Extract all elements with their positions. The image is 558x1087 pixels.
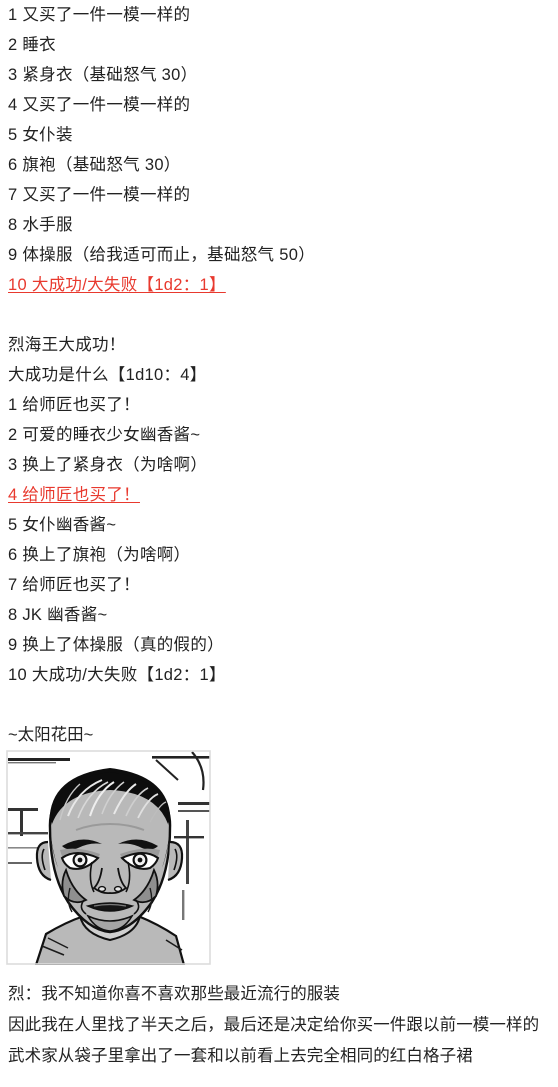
manga-panel-wrap bbox=[0, 750, 558, 965]
narration-line: 因此我在人里找了半天之后，最后还是决定给你买一件跟以前一模一样的 bbox=[8, 1016, 540, 1034]
list-item: 8 水手服 bbox=[8, 216, 73, 234]
list-item: 7 给师匠也买了！ bbox=[8, 576, 140, 594]
list-item: 5 女仆装 bbox=[8, 126, 73, 144]
list-item: 7 又买了一件一模一样的 bbox=[8, 186, 191, 204]
narration-line: 烈：我不知道你喜不喜欢那些最近流行的服装 bbox=[8, 985, 340, 1003]
log-page: 1 又买了一件一模一样的 2 睡衣 3 紧身衣（基础怒气 30） 4 又买了一件… bbox=[0, 0, 558, 1072]
list-item: 4 又买了一件一模一样的 bbox=[8, 96, 191, 114]
list-item: 6 旗袍（基础怒气 30） bbox=[8, 156, 181, 174]
list-item: 5 女仆幽香酱~ bbox=[8, 516, 117, 534]
narration-line: 武术家从袋子里拿出了一套和以前看上去完全相同的红白格子裙 bbox=[8, 1047, 473, 1065]
list-item: 1 又买了一件一模一样的 bbox=[8, 6, 191, 24]
list-item: 9 体操服（给我适可而止，基础怒气 50） bbox=[8, 246, 315, 264]
list-item: 1 给师匠也买了！ bbox=[8, 396, 140, 414]
list-item: 10 大成功/大失败【1d2：1】 bbox=[8, 666, 226, 684]
list-item: 2 可爱的睡衣少女幽香酱~ bbox=[8, 426, 201, 444]
roll-heading: 大成功是什么【1d10：4】 bbox=[8, 366, 207, 384]
list-item: 3 换上了紧身衣（为啥啊） bbox=[8, 456, 208, 474]
footer-narration: 烈：我不知道你喜不喜欢那些最近流行的服装 因此我在人里找了半天之后，最后还是决定… bbox=[0, 965, 558, 1072]
image-section: ~太阳花田~ bbox=[0, 720, 558, 965]
list-item: 8 JK 幽香酱~ bbox=[8, 606, 108, 624]
section-two-list: 烈海王大成功！ 大成功是什么【1d10：4】 1 给师匠也买了！ 2 可爱的睡衣… bbox=[0, 330, 558, 690]
list-item: 2 睡衣 bbox=[8, 36, 56, 54]
list-item: 3 紧身衣（基础怒气 30） bbox=[8, 66, 198, 84]
list-item-highlighted: 4 给师匠也买了！ bbox=[8, 486, 140, 504]
image-caption: ~太阳花田~ bbox=[8, 726, 94, 744]
result-heading: 烈海王大成功！ bbox=[8, 336, 126, 354]
list-item: 6 换上了旗袍（为啥啊） bbox=[8, 546, 191, 564]
list-item: 9 换上了体操服（真的假的） bbox=[8, 636, 224, 654]
section-one-list: 1 又买了一件一模一样的 2 睡衣 3 紧身衣（基础怒气 30） 4 又买了一件… bbox=[0, 0, 558, 300]
list-item-highlighted: 10 大成功/大失败【1d2：1】 bbox=[8, 276, 226, 294]
manga-panel-image bbox=[6, 750, 211, 965]
